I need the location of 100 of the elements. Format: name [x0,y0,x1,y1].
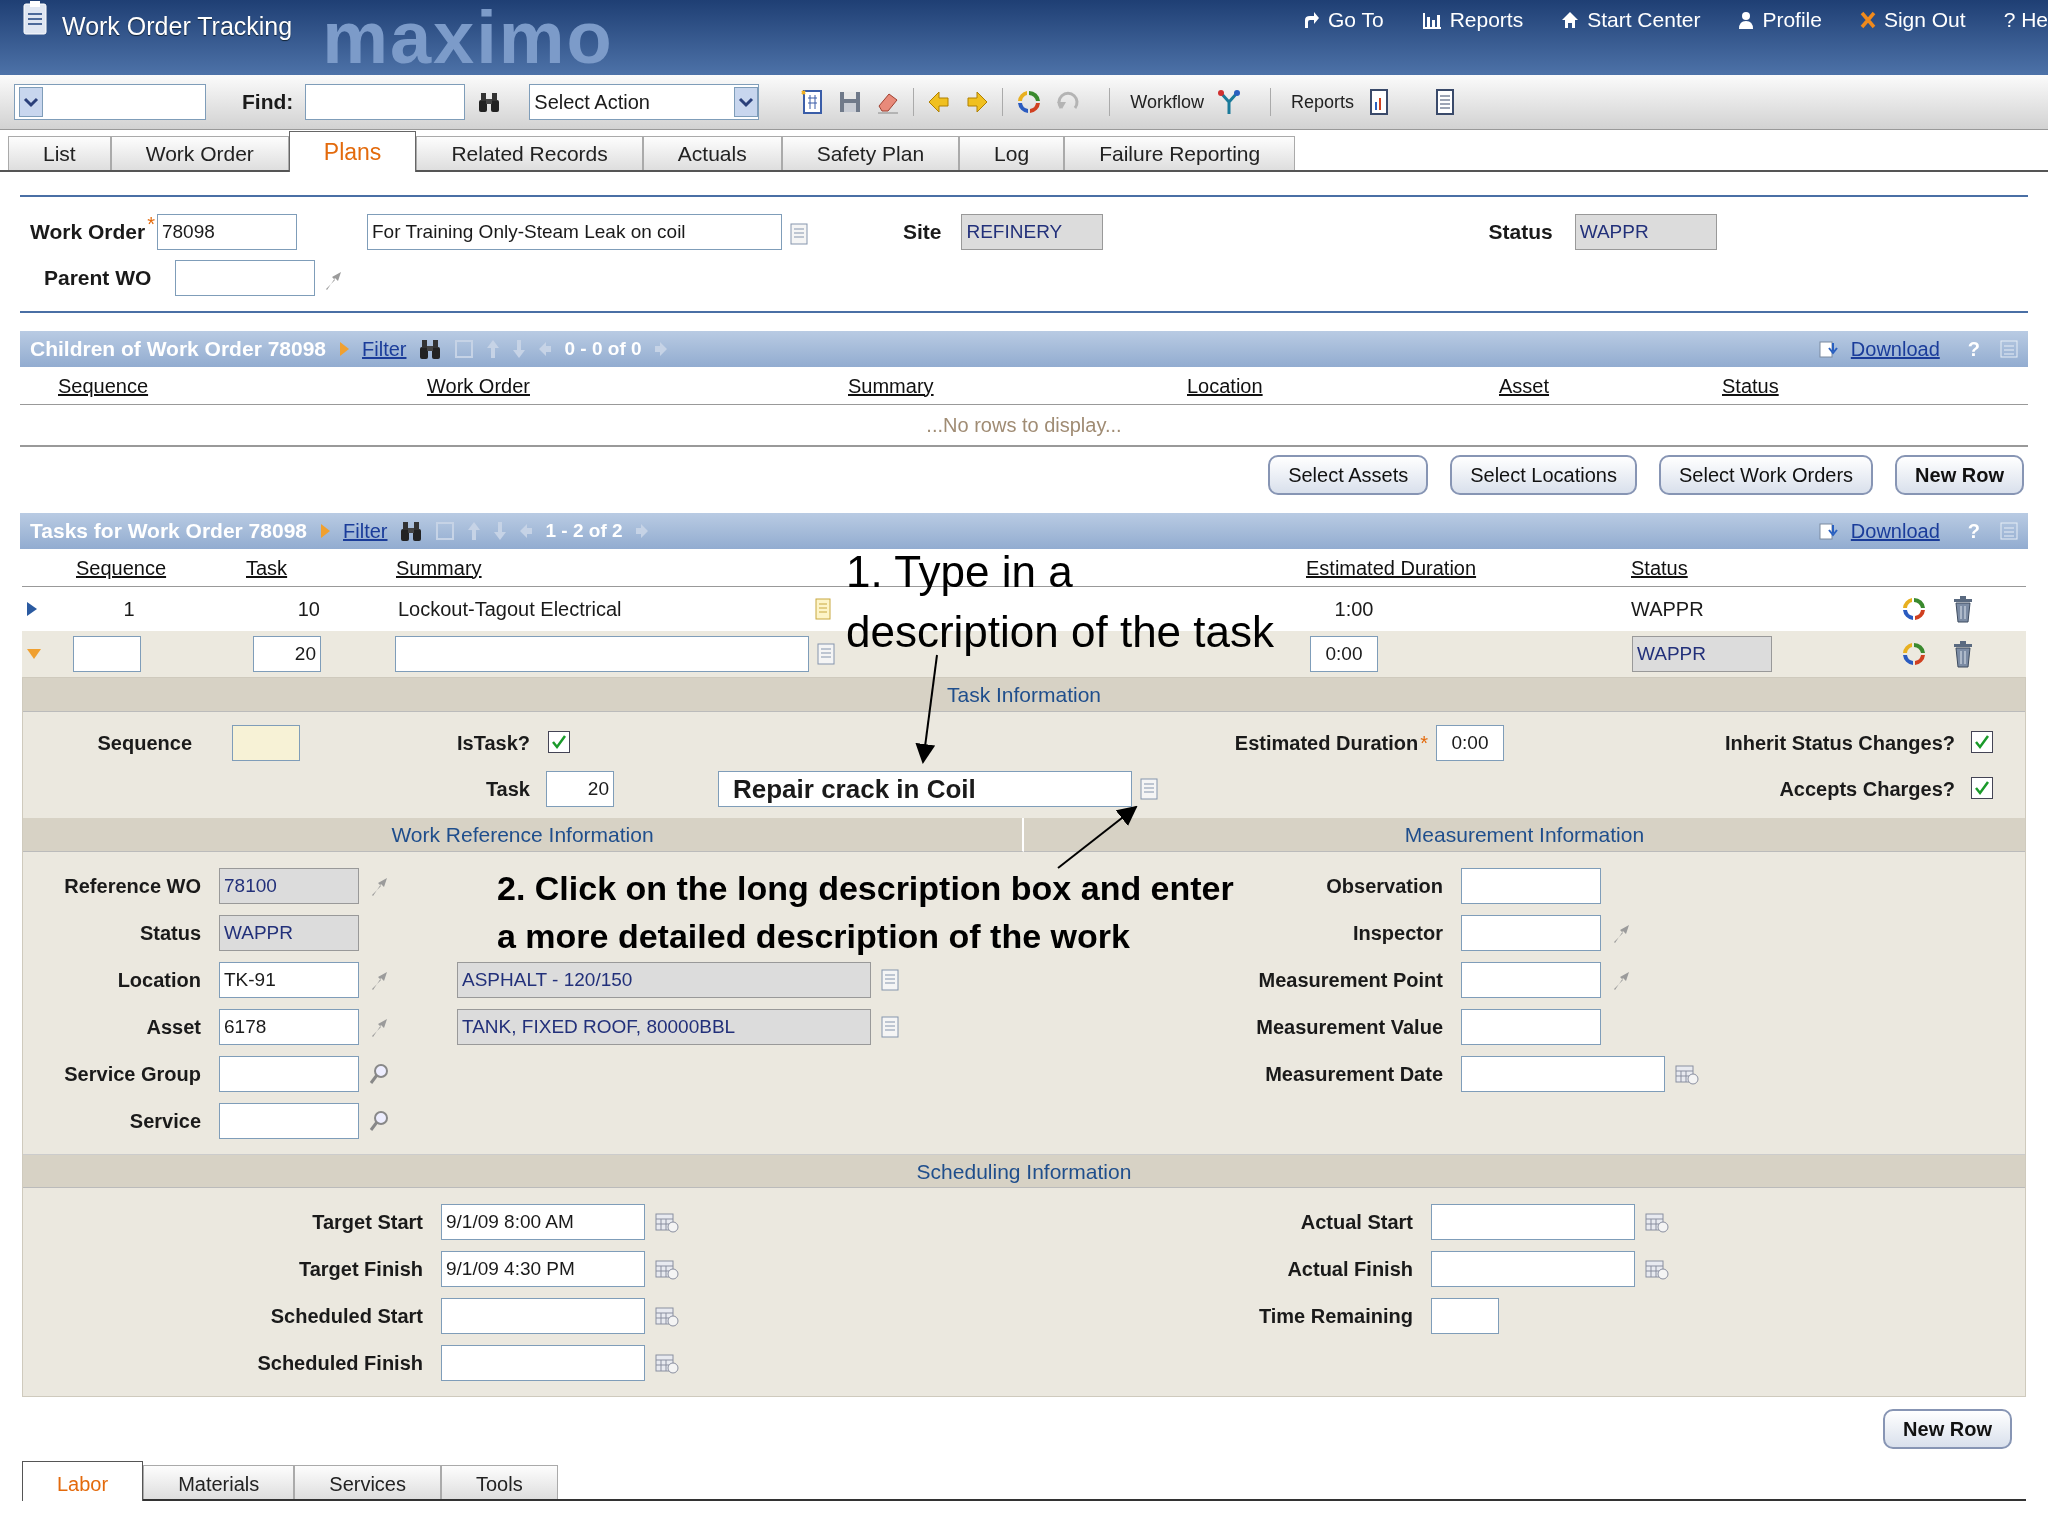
clear-filter-icon[interactable] [454,339,475,359]
input-field[interactable] [219,1055,359,1092]
route-icon[interactable] [1216,88,1242,116]
description-field[interactable]: For Training Only-Steam Leak on coil [366,214,782,250]
work-order-field[interactable]: 78098 [156,214,297,250]
task-field[interactable]: 20 [546,771,614,807]
checkbox[interactable] [548,731,570,753]
down-arrow-icon[interactable] [493,521,508,541]
up-arrow-icon[interactable] [467,521,482,541]
download-link[interactable]: Download [1850,334,1940,364]
tab[interactable]: Related Records [416,136,643,170]
action-button[interactable]: Select Work Orders [1658,455,1874,495]
new-row-button[interactable]: New Row [1883,1409,2012,1449]
download-icon[interactable] [1818,339,1839,359]
document-icon[interactable] [817,643,835,665]
site-field[interactable]: REFINERY [961,214,1104,250]
input-field[interactable]: 9/1/09 8:00 AM [441,1203,645,1240]
duration-field[interactable]: 0:00 [1436,725,1504,761]
header-link[interactable]: Sign Out [1883,4,1966,36]
calendar-icon[interactable] [1645,1210,1669,1233]
calendar-icon[interactable] [655,1351,679,1374]
cycle-icon[interactable] [1900,640,1928,668]
download-link[interactable]: Download [1850,516,1940,546]
column-header[interactable]: Sequence [58,374,149,397]
tab[interactable]: Work Order [110,136,289,170]
input-field[interactable] [1461,1008,1601,1045]
binoculars-icon[interactable] [399,520,424,542]
calendar-icon[interactable] [655,1304,679,1327]
calendar-icon[interactable] [655,1257,679,1280]
input-field[interactable] [219,1102,359,1139]
input-field[interactable] [1431,1297,1499,1334]
search-icon[interactable] [369,1109,389,1132]
workflow-link[interactable]: Workflow [1130,88,1204,116]
tab[interactable]: Safety Plan [781,136,960,170]
action-button[interactable]: New Row [1895,455,2024,495]
tab[interactable]: Actuals [642,136,782,170]
find-field[interactable] [305,84,466,120]
header-link[interactable]: Profile [1762,4,1822,36]
list-icon[interactable] [2000,521,2018,541]
column-header[interactable]: Status [1722,374,1779,397]
binoculars-icon[interactable] [477,91,502,113]
input-field[interactable] [1461,914,1601,951]
input-field[interactable] [1461,1055,1665,1092]
task-field[interactable]: 20 [253,636,321,672]
tab[interactable]: Log [959,136,1065,170]
parent-wo-field[interactable] [175,260,316,296]
calendar-icon[interactable] [1675,1062,1699,1085]
expanded-caret-icon[interactable] [26,647,42,661]
column-header[interactable]: Task [246,556,288,579]
input-field[interactable] [1461,961,1601,998]
input-field[interactable] [441,1297,645,1334]
header-link[interactable]: Reports [1449,4,1524,36]
cycle-icon[interactable] [1900,595,1928,623]
action-button[interactable]: Select Assets [1268,455,1429,495]
tab[interactable]: Failure Reporting [1064,136,1296,170]
document-icon[interactable] [789,222,808,245]
column-header[interactable]: Sequence [76,556,167,579]
search-icon[interactable] [369,1062,389,1085]
input-field[interactable] [441,1344,645,1381]
column-header[interactable]: Asset [1499,374,1550,397]
input-field[interactable]: WAPPR [219,914,359,951]
sequence-field[interactable] [232,725,300,761]
document-icon[interactable] [815,598,831,620]
summary-field[interactable] [395,636,809,672]
column-header[interactable]: Estimated Duration [1306,556,1477,579]
up-arrow-icon[interactable] [486,339,501,359]
filter-link[interactable]: Filter [343,516,388,546]
input-field[interactable]: 6178 [219,1008,359,1045]
description-field[interactable]: TANK, FIXED ROOF, 80000BBL [457,1008,871,1045]
summary-field[interactable]: Repair crack in Coil [718,771,1132,807]
tab[interactable]: Tools [441,1465,558,1499]
binoculars-icon[interactable] [418,338,443,360]
input-field[interactable] [1431,1203,1635,1240]
document-icon[interactable] [881,1015,899,1038]
checkbox[interactable] [1971,731,1993,753]
header-link[interactable]: Start Center [1587,4,1701,36]
download-icon[interactable] [1818,521,1839,541]
description-field[interactable]: ASPHALT - 120/150 [457,961,871,998]
input-field[interactable] [1431,1250,1635,1287]
column-header[interactable]: Location [1187,374,1263,397]
tab[interactable]: Services [294,1465,441,1499]
action-button[interactable]: Select Locations [1450,455,1637,495]
trash-icon[interactable] [1952,640,1974,668]
input-field[interactable]: 78100 [219,867,359,904]
input-field[interactable]: 9/1/09 4:30 PM [441,1250,645,1287]
action-dropdown[interactable]: Select Action [529,84,760,120]
column-header[interactable]: Status [1631,556,1688,579]
header-link[interactable]: ? He [2003,4,2048,36]
clear-filter-icon[interactable] [435,521,456,541]
sequence-field[interactable] [73,636,141,672]
column-header[interactable]: Summary [848,374,934,397]
down-arrow-icon[interactable] [512,339,527,359]
document-icon[interactable] [1140,778,1158,800]
column-header[interactable]: Summary [396,556,482,579]
tab[interactable]: List [8,136,111,170]
checkbox[interactable] [1971,777,1993,799]
calendar-icon[interactable] [655,1210,679,1233]
status-field[interactable]: WAPPR [1632,636,1772,672]
list-icon[interactable] [2000,339,2018,359]
input-field[interactable]: TK-91 [219,961,359,998]
